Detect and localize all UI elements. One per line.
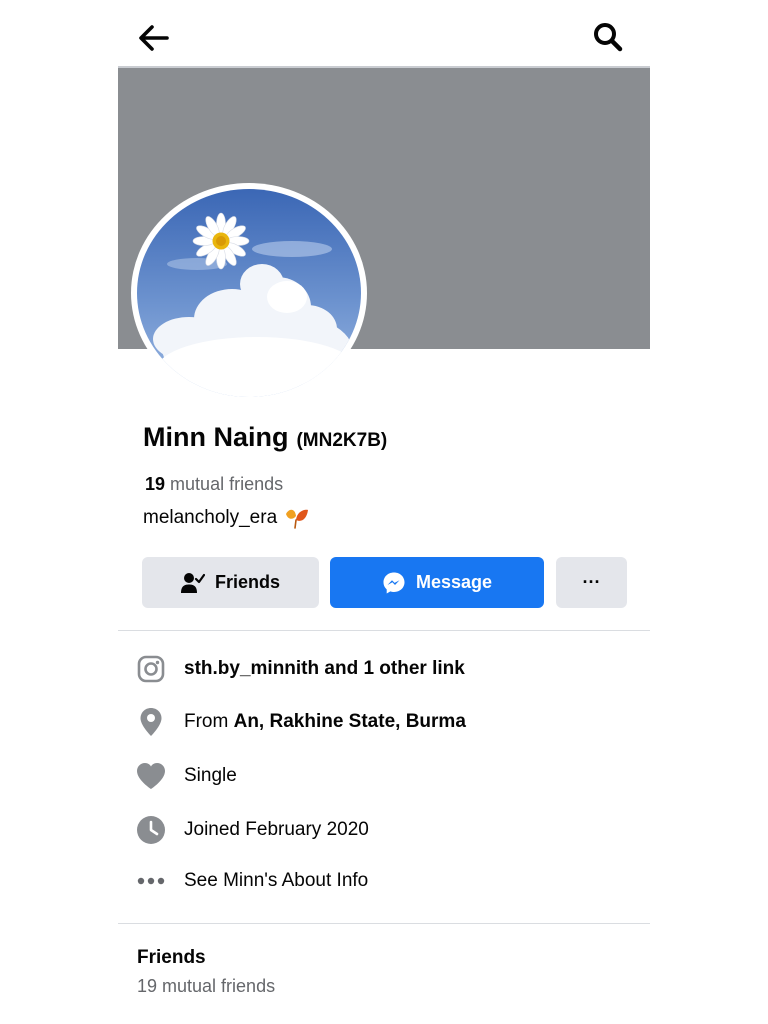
back-button[interactable] bbox=[136, 20, 172, 56]
message-button[interactable]: Message bbox=[330, 557, 544, 608]
fallen-leaf-icon bbox=[286, 509, 309, 529]
message-button-label: Message bbox=[415, 572, 493, 592]
friends-button-label: Friends bbox=[214, 572, 280, 592]
info-row-joined: Joined February 2020 bbox=[136, 814, 636, 846]
profile-picture[interactable] bbox=[131, 183, 367, 403]
mutual-count: 19 bbox=[145, 474, 166, 494]
more-dots-icon: ··· bbox=[582, 572, 601, 592]
heart-icon bbox=[136, 761, 166, 791]
mutual-label: mutual friends bbox=[170, 474, 284, 494]
avatar bbox=[137, 189, 361, 397]
friends-button[interactable]: Friends bbox=[142, 557, 319, 608]
location-pin-icon bbox=[136, 707, 166, 737]
profile-name: Minn Naing bbox=[143, 422, 289, 452]
from-place: An, Rakhine State, Burma bbox=[233, 711, 466, 732]
messenger-icon bbox=[383, 572, 405, 593]
divider bbox=[118, 630, 650, 631]
bio-text: melancholy_era bbox=[143, 507, 278, 528]
more-options-button[interactable]: ··· bbox=[556, 557, 627, 608]
search-button[interactable] bbox=[590, 18, 626, 54]
from-prefix: From bbox=[184, 711, 229, 732]
friends-section-title[interactable]: Friends bbox=[137, 947, 206, 969]
about-link: See Minn's About Info bbox=[184, 870, 369, 891]
relationship-text: Single bbox=[184, 765, 237, 786]
search-icon bbox=[594, 23, 623, 52]
info-row-about[interactable]: See Minn's About Info bbox=[136, 865, 636, 897]
links-text: sth.by_minnith and 1 other link bbox=[184, 658, 465, 679]
bio: melancholy_era bbox=[143, 506, 309, 530]
profile-nickname: (MN2K7B) bbox=[296, 430, 388, 451]
clock-icon bbox=[136, 815, 166, 845]
instagram-icon bbox=[136, 654, 166, 684]
back-arrow-icon bbox=[139, 25, 169, 51]
more-dots-icon bbox=[136, 866, 166, 896]
info-row-links[interactable]: sth.by_minnith and 1 other link bbox=[136, 653, 636, 685]
info-row-relationship[interactable]: Single bbox=[136, 760, 636, 792]
mutual-friends-count[interactable]: 19 mutual friends bbox=[145, 474, 283, 495]
profile-name-row: Minn Naing (MN2K7B) bbox=[143, 422, 387, 453]
info-row-hometown[interactable]: From An, Rakhine State, Burma bbox=[136, 706, 636, 738]
joined-text: Joined February 2020 bbox=[184, 819, 369, 840]
friends-check-icon bbox=[180, 572, 205, 593]
divider bbox=[118, 923, 650, 924]
friends-section-subtitle: 19 mutual friends bbox=[137, 976, 276, 996]
top-bar bbox=[118, 0, 650, 66]
